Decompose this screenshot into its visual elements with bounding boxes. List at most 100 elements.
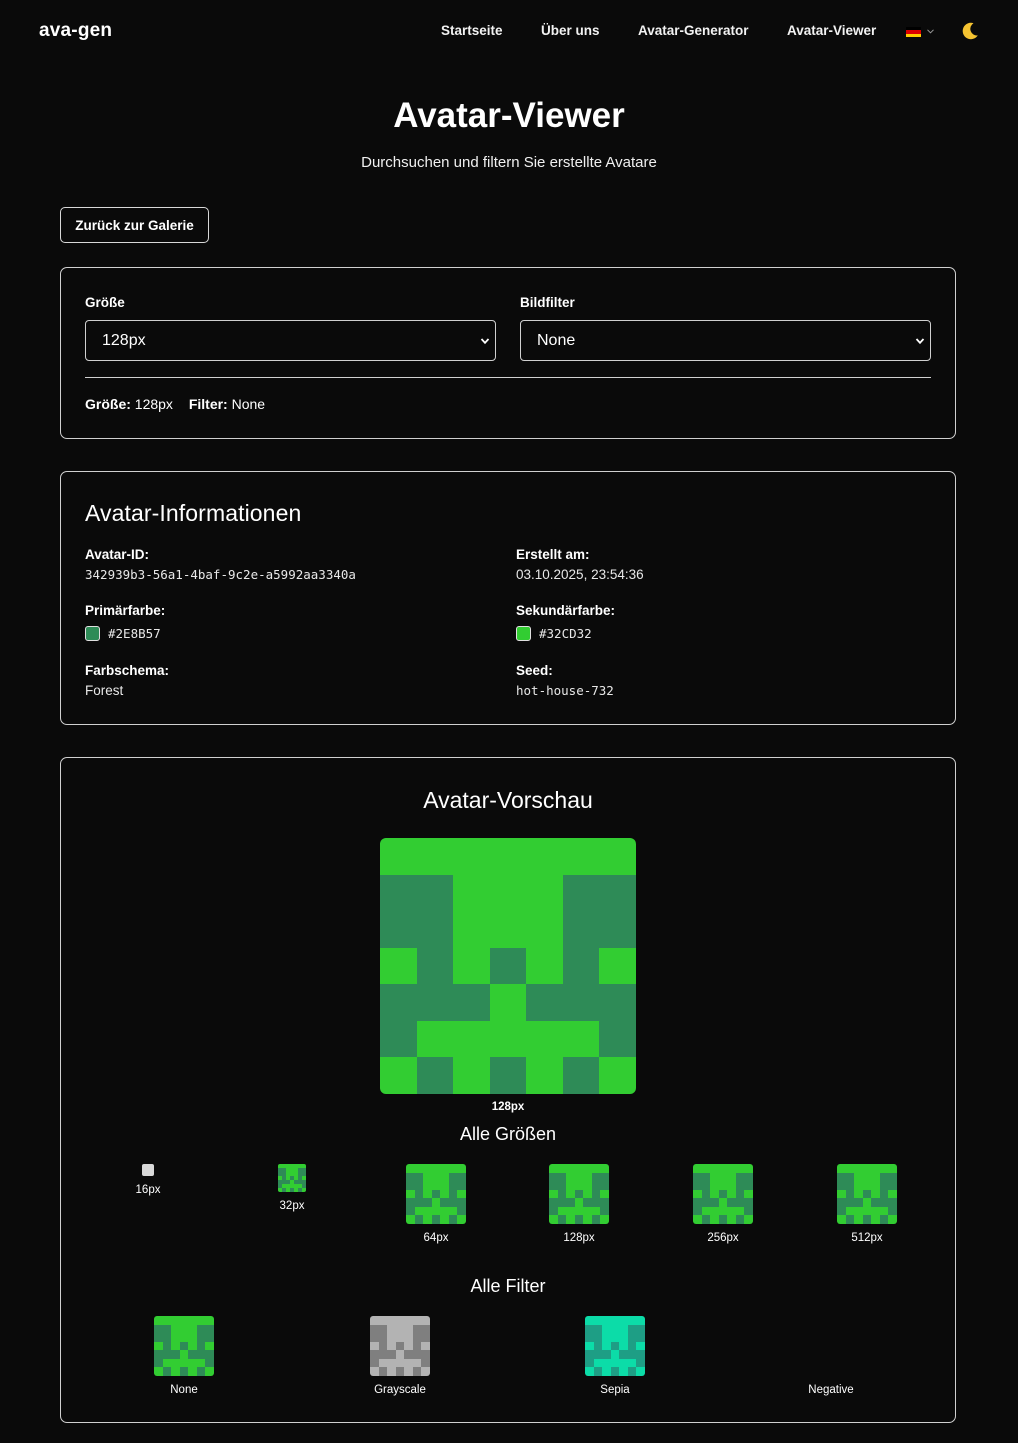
avatar-pixel (378, 1333, 388, 1342)
avatar-pixel (636, 1316, 645, 1325)
avatar-pixel (744, 1164, 753, 1173)
secondary-color-hex: #32CD32 (539, 626, 592, 641)
back-to-gallery-button[interactable]: Zurück zur Galerie (60, 207, 209, 243)
avatar-pixel (205, 1358, 214, 1368)
avatar-pixel (416, 874, 454, 912)
image-filter-select-value: None (537, 331, 576, 349)
chevron-down-icon (915, 338, 925, 345)
avatar-pixel (854, 1181, 863, 1190)
avatar-pixel (701, 1189, 711, 1199)
nav-link-startseite[interactable]: Startseite (441, 23, 503, 38)
avatar-pixel (404, 1316, 413, 1325)
avatar-pixel (718, 1164, 728, 1173)
avatar-pixel (526, 838, 563, 875)
avatar-pixel (302, 1188, 306, 1192)
avatar-pixel (619, 1341, 628, 1351)
avatar-pixel (179, 1333, 189, 1342)
avatar-pixel (387, 1341, 396, 1351)
avatar-pixel (845, 1198, 855, 1207)
avatar-pixel (154, 1341, 163, 1351)
avatar-pixel (404, 1333, 413, 1342)
avatar-pixel (162, 1316, 172, 1325)
avatar-pixel (837, 1189, 846, 1199)
avatar-pixel (727, 1198, 736, 1207)
image-filter-select[interactable]: None (520, 320, 931, 361)
avatar-pixel (583, 1181, 592, 1190)
avatar-pixel (188, 1324, 197, 1334)
language-switcher[interactable] (906, 25, 936, 39)
avatar-pixel (416, 1057, 454, 1094)
divider (85, 377, 931, 378)
avatar-pixel (591, 1164, 601, 1173)
nav-link-ueber-uns[interactable]: Über uns (541, 23, 600, 38)
avatar-pixel (526, 1020, 563, 1058)
avatar-pixel (599, 874, 636, 912)
avatar-pixel (735, 1206, 745, 1216)
avatar-pixel (591, 1206, 601, 1216)
avatar-pixel (431, 1215, 441, 1224)
secondary-color-value: #32CD32 (516, 626, 592, 642)
moon-icon[interactable] (959, 20, 981, 42)
avatar-pixel (171, 1341, 180, 1351)
avatar-pixel (837, 1215, 846, 1224)
primary-color-label: Primärfarbe: (85, 603, 166, 618)
avatar-pixel (154, 1333, 163, 1342)
german-flag-icon (906, 27, 921, 37)
avatar-pixel (171, 1333, 180, 1342)
avatar-pixel (370, 1341, 379, 1351)
avatar-pixel (431, 1206, 441, 1216)
size-select[interactable]: 128px (85, 320, 496, 361)
avatar-pixel (888, 1164, 897, 1173)
avatar-pixel (188, 1350, 197, 1359)
avatar-pixel (154, 1358, 163, 1368)
avatar-pixel (414, 1206, 424, 1216)
avatar-pixel (735, 1215, 745, 1224)
avatar-pixel (412, 1350, 422, 1359)
avatar-pixel (395, 1333, 405, 1342)
avatar-pixel (416, 838, 454, 875)
filter-caption-grayscale: Grayscale (374, 1384, 426, 1396)
size-caption-16: 16px (135, 1184, 161, 1196)
avatar-pixel (636, 1350, 645, 1359)
avatar-pixel (453, 1020, 490, 1058)
avatar-pixel (421, 1316, 430, 1325)
avatar-info-title: Avatar-Informationen (85, 500, 302, 526)
avatar-pixel (162, 1324, 172, 1334)
nav-link-avatar-viewer[interactable]: Avatar-Viewer (787, 23, 876, 38)
avatar-pixel (549, 1181, 558, 1190)
avatar-pixel (188, 1367, 197, 1376)
avatar-pixel (489, 1020, 527, 1058)
avatar-pixel (179, 1358, 189, 1368)
brand-logo[interactable]: ava-gen (39, 20, 112, 42)
avatar-pixel (557, 1215, 567, 1224)
page-subtitle: Durchsuchen und filtern Sie erstellte Av… (361, 154, 657, 171)
avatar-pixel (599, 1020, 636, 1058)
avatar-pixel (610, 1316, 620, 1325)
avatar-pixel (854, 1198, 863, 1207)
avatar-pixel (701, 1181, 711, 1190)
primary-color-swatch (85, 626, 100, 641)
avatar-pixel (845, 1172, 855, 1182)
avatar-pixel (693, 1181, 702, 1190)
avatar-pixel (879, 1215, 889, 1224)
avatar-pixel (171, 1324, 180, 1334)
avatar-pixel (602, 1341, 611, 1351)
avatar-pixel (710, 1215, 719, 1224)
avatar-pixel (440, 1164, 449, 1173)
avatar-pixel (735, 1172, 745, 1182)
avatar-pixel (735, 1198, 745, 1207)
avatar-pixel (585, 1358, 594, 1368)
avatar-pixel (406, 1164, 415, 1173)
avatar-pixel (854, 1172, 863, 1182)
avatar-pixel (448, 1181, 458, 1190)
avatar-pixel (171, 1358, 180, 1368)
avatar-pixel (489, 874, 527, 912)
primary-color-hex: #2E8B57 (108, 626, 161, 641)
avatar-pixel (526, 1057, 563, 1094)
created-at-value: 03.10.2025, 23:54:36 (516, 567, 644, 582)
avatar-pixel (423, 1215, 432, 1224)
avatar-pixel (591, 1198, 601, 1207)
nav-link-avatar-generator[interactable]: Avatar-Generator (638, 23, 749, 38)
avatar-pixel (188, 1333, 197, 1342)
avatar-pixel (378, 1316, 388, 1325)
